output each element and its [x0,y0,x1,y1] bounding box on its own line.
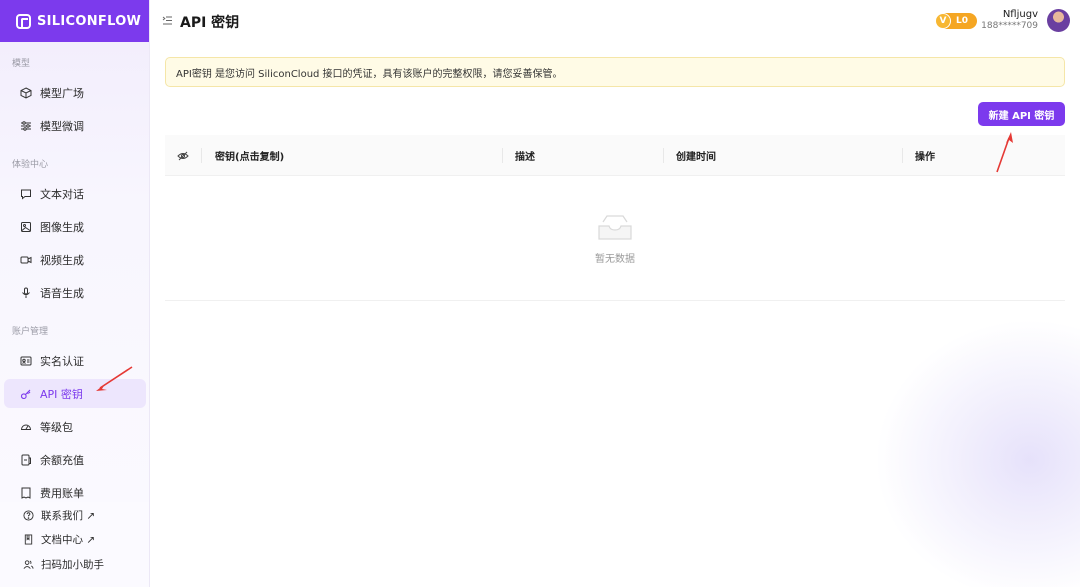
link-label: 文档中心 ↗ [41,533,96,546]
gauge-icon [20,421,32,433]
help-icon [23,509,34,521]
column-separator [663,148,664,163]
sidebar-item-label: 图像生成 [40,220,84,234]
column-separator [201,148,202,163]
link-contact-us[interactable]: 联系我们 ↗ [4,504,95,526]
column-separator [502,148,503,163]
cube-icon [20,86,32,99]
section-label-account: 账户管理 [12,327,49,337]
logo-bar[interactable]: SILICONFLOW [0,0,149,42]
empty-inbox-icon [595,212,635,242]
table-header: 密钥(点击复制) 描述 创建时间 操作 [165,135,1065,176]
mic-icon [20,287,32,299]
sidebar-item-voice-gen[interactable]: 语音生成 [4,278,146,307]
sidebar-item-api-keys[interactable]: API 密钥 [4,379,146,408]
app-window: SILICONFLOW 模型 模型广场 模型微调 体验中心 文本对话 图像生成 … [0,0,1080,587]
brand-name: SILICONFLOW [37,13,142,29]
sidebar-bottom-links: 联系我们 ↗ 文档中心 ↗ 扫码加小助手 [0,502,149,587]
siliconflow-logo-icon [16,13,31,29]
table-empty-state: 暂无数据 [165,176,1065,301]
menu-fold-icon[interactable] [162,15,173,26]
sidebar-item-recharge[interactable]: 余额充值 [4,445,146,474]
chat-icon [20,188,32,200]
sidebar-item-level-pack[interactable]: 等级包 [4,412,146,441]
users-icon [23,559,34,569]
video-icon [20,254,32,266]
sidebar-item-label: 费用账单 [40,486,84,500]
page-title: API 密钥 [180,15,240,31]
sidebar-item-label: 等级包 [40,420,73,434]
link-scan-assistant[interactable]: 扫码加小助手 [4,553,104,575]
sliders-icon [20,120,32,132]
vip-level-badge[interactable]: V L0 [935,13,977,29]
column-header-actions: 操作 [915,152,935,163]
sidebar-item-model-finetune[interactable]: 模型微调 [4,111,146,140]
sidebar-item-label: 余额充值 [40,453,84,467]
topbar: API 密钥 V L0 Nfljugv 188*****709 [150,0,1080,42]
sidebar-item-label: 模型广场 [40,86,84,100]
sidebar-item-label: API 密钥 [40,387,83,401]
link-docs-center[interactable]: 文档中心 ↗ [4,528,95,550]
key-icon [20,388,32,400]
link-label: 扫码加小助手 [41,558,104,571]
bill-icon [20,487,32,499]
user-name[interactable]: Nfljugv [1003,9,1038,20]
sidebar-item-image-gen[interactable]: 图像生成 [4,212,146,241]
column-header-description: 描述 [515,152,535,163]
sidebar-item-video-gen[interactable]: 视频生成 [4,245,146,274]
main-content: API 密钥 V L0 Nfljugv 188*****709 API密钥 是您… [150,0,1080,587]
user-phone: 188*****709 [981,21,1038,31]
sidebar-item-label: 模型微调 [40,119,84,133]
vip-v-icon: V [935,13,951,29]
link-label: 联系我们 ↗ [41,509,96,522]
eye-off-icon[interactable] [177,150,189,162]
sidebar: SILICONFLOW 模型 模型广场 模型微调 体验中心 文本对话 图像生成 … [0,0,150,587]
new-api-key-button[interactable]: 新建 API 密钥 [978,102,1065,126]
notice-text: API密钥 是您访问 SiliconCloud 接口的凭证，具有该账户的完整权限… [176,68,563,80]
column-separator [902,148,903,163]
sidebar-item-real-name[interactable]: 实名认证 [4,346,146,375]
avatar[interactable] [1047,9,1070,32]
api-keys-table: 密钥(点击复制) 描述 创建时间 操作 暂无数据 [165,135,1065,301]
api-key-notice: API密钥 是您访问 SiliconCloud 接口的凭证，具有该账户的完整权限… [165,57,1065,87]
section-label-experience: 体验中心 [12,160,49,170]
id-card-icon [20,355,32,367]
book-icon [24,533,33,545]
sidebar-item-label: 视频生成 [40,253,84,267]
column-header-created-time: 创建时间 [676,152,716,163]
sidebar-item-text-chat[interactable]: 文本对话 [4,179,146,208]
sidebar-item-label: 文本对话 [40,187,84,201]
column-header-key[interactable]: 密钥(点击复制) [215,135,284,176]
wallet-icon [20,454,32,466]
section-label-models: 模型 [12,59,31,69]
image-icon [20,221,32,233]
sidebar-item-label: 语音生成 [40,286,84,300]
sidebar-item-label: 实名认证 [40,354,84,368]
empty-text: 暂无数据 [595,254,635,265]
vip-level-text: L0 [956,16,968,26]
sidebar-item-model-square[interactable]: 模型广场 [4,78,146,107]
